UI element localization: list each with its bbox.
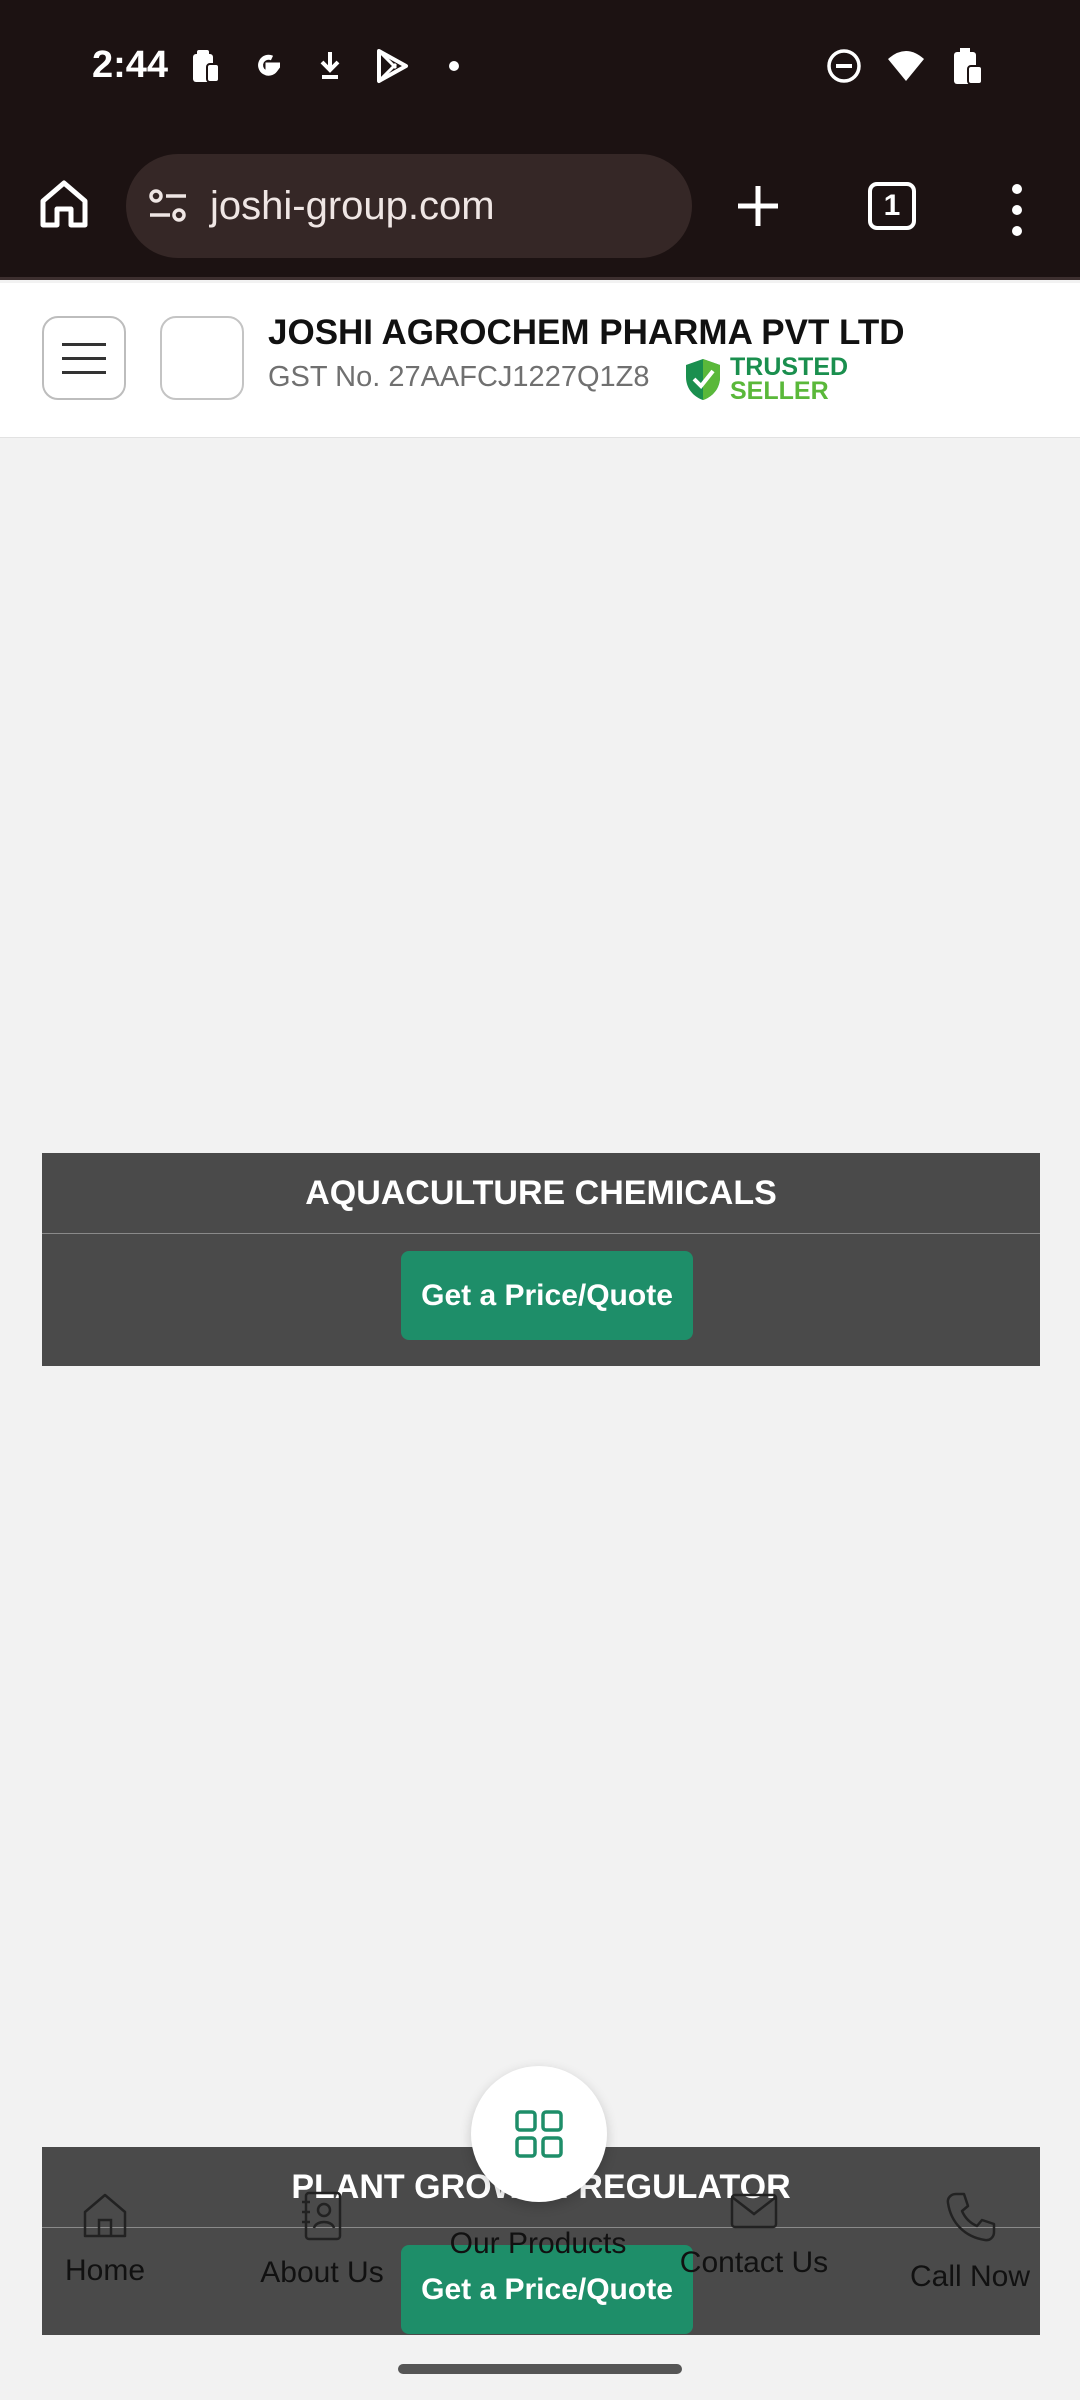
nav-contact[interactable]: Contact Us [664,2188,844,2280]
company-name[interactable]: JOSHI AGROCHEM PHARMA PVT LTD [268,313,905,353]
grid-icon [515,2110,563,2158]
contact-book-icon [302,2191,342,2241]
browser-toolbar: joshi-group.com 1 [0,140,1080,280]
nav-products-label[interactable]: Our Products [448,2225,628,2263]
nav-call-label: Call Now [909,2260,1031,2293]
nav-products-button[interactable] [471,2066,607,2202]
dnd-icon [824,46,864,86]
seller-label: SELLER [730,377,829,405]
menu-dot [1012,205,1022,215]
clipboard-icon [186,46,226,86]
nav-call[interactable]: Call Now [880,2190,1060,2294]
menu-dot [1012,184,1022,194]
site-header: JOSHI AGROCHEM PHARMA PVT LTD GST No. 27… [0,283,1080,438]
category-title[interactable]: AQUACULTURE CHEMICALS [42,1153,1040,1234]
status-right-icons [824,46,988,86]
dot-icon [434,46,474,86]
home-icon [40,180,88,228]
tab-switcher-button[interactable]: 1 [868,182,916,230]
shield-check-icon [686,359,720,400]
nav-home-label: Home [64,2254,146,2287]
get-quote-button[interactable]: Get a Price/Quote [401,1251,693,1340]
category-card: AQUACULTURE CHEMICALS Get a Price/Quote [42,1153,1040,1366]
nav-about[interactable]: About Us [232,2190,412,2290]
trusted-seller-badge: TRUSTED SELLER [684,353,849,405]
nav-contact-label: Contact Us [679,2246,829,2279]
download-icon [310,46,350,86]
trusted-label: TRUSTED [730,353,849,381]
new-tab-button[interactable] [728,176,788,236]
google-icon [248,46,288,86]
status-time: 2:44 [92,44,169,86]
battery-icon [948,46,988,86]
plus-icon [738,186,778,226]
hamburger-menu-button[interactable] [42,316,126,400]
home-icon [83,2193,127,2238]
status-left-icons [186,46,474,86]
address-bar[interactable]: joshi-group.com [126,154,692,258]
phone-icon [946,2192,996,2242]
menu-dot [1012,226,1022,236]
hamburger-line [62,342,106,346]
nav-about-label: About Us [260,2256,384,2289]
envelope-icon [730,2193,778,2229]
company-logo[interactable] [160,316,244,400]
gst-number: GST No. 27AAFCJ1227Q1Z8 [268,361,650,393]
bottom-nav: Home About Us Our Products Contact Us Ca… [0,2066,1080,2340]
status-bar: 2:44 [0,0,1080,140]
hamburger-line [62,356,106,360]
nav-home[interactable]: Home [15,2190,195,2288]
browser-menu-button[interactable] [1002,180,1032,240]
home-button[interactable] [34,174,94,234]
gesture-bar[interactable] [398,2364,682,2374]
tab-count: 1 [883,189,901,222]
wifi-icon [886,46,926,86]
site-settings-icon[interactable] [146,184,190,228]
play-store-icon [372,46,412,86]
hamburger-line [62,370,106,374]
url-text[interactable]: joshi-group.com [210,184,495,229]
